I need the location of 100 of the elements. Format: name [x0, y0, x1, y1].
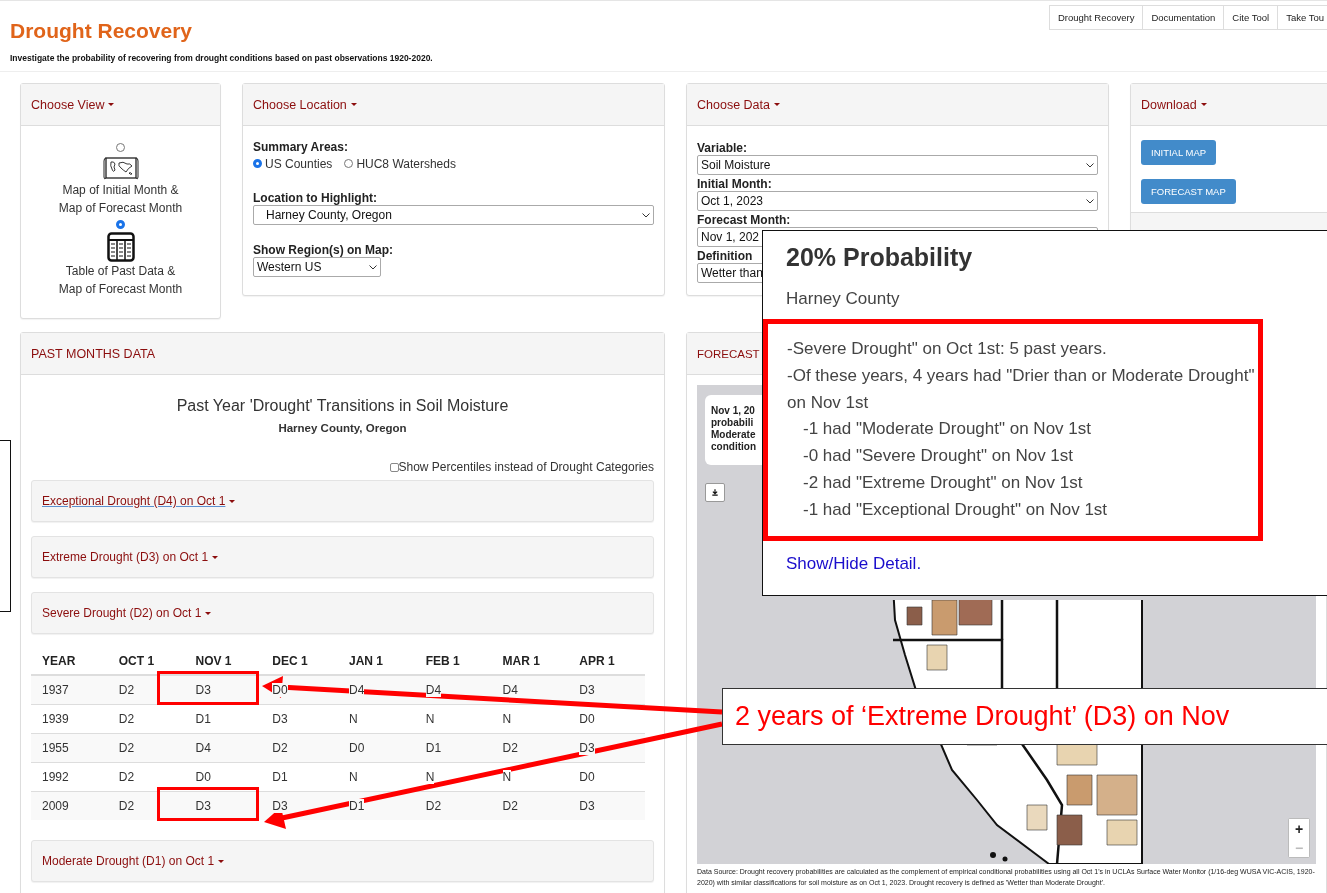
page-subtitle: Investigate the probability of recovering from drought conditions based on past observations 1920-2020.: [10, 53, 433, 63]
table-cell: D4: [195, 741, 211, 755]
location-select[interactable]: Harney County, Oregon: [253, 205, 654, 225]
region-select[interactable]: Western US: [253, 257, 381, 277]
radio-label: HUC8 Watersheds: [356, 156, 456, 171]
field-label: Summary Areas:: [253, 140, 348, 154]
table-heading: Past Year 'Drought' Transitions in Soil Moisture: [175, 397, 510, 415]
table-cell: N: [502, 770, 512, 784]
accordion-toggle[interactable]: Extreme Drought (D3) on Oct 1: [42, 550, 219, 564]
nav-tab[interactable]: Cite Tool: [1223, 5, 1279, 30]
table-cell: D3: [579, 741, 595, 755]
panel-dropdown[interactable]: Choose Location: [253, 97, 357, 112]
chevron-icon: [1086, 162, 1094, 168]
table-cell: 1937: [42, 683, 69, 697]
radio-button[interactable]: [253, 159, 262, 168]
field-label: Variable:: [697, 141, 748, 155]
table-icon: [106, 232, 135, 262]
table-cell: D2: [272, 741, 288, 755]
table-cell: D1: [349, 799, 365, 813]
detail-link[interactable]: Show/Hide Detail.: [786, 553, 922, 574]
panel-title: PAST MONTHS DATA: [31, 346, 156, 361]
table-cell: D2: [425, 799, 442, 813]
nav-tab[interactable]: Take Tou: [1277, 5, 1327, 30]
popup-title: 20% Probability: [786, 243, 974, 272]
nav-tab[interactable]: Documentation: [1142, 5, 1225, 30]
caret-icon: [205, 611, 212, 615]
radio-label: US Counties: [265, 156, 333, 171]
table-cell: D4: [349, 683, 365, 697]
data-select[interactable]: Soil Moisture: [697, 155, 1098, 175]
table-cell: N: [425, 770, 435, 784]
popup-subtitle: Harney County: [786, 289, 901, 309]
table-cell: D1: [425, 741, 442, 755]
table-cell: N: [502, 712, 512, 726]
field-label: Show Region(s) on Map:: [253, 243, 393, 257]
panel-dropdown[interactable]: Choose Data: [697, 97, 780, 112]
accordion-toggle[interactable]: Severe Drought (D2) on Oct 1: [42, 606, 212, 620]
table-cell: N: [349, 712, 358, 726]
field-label: Initial Month:: [697, 177, 772, 191]
table-cell: D4: [425, 683, 442, 697]
caret-icon: [212, 555, 219, 559]
caret-icon: [218, 859, 225, 863]
chevron-icon: [642, 212, 650, 218]
table-cell: D2: [118, 741, 135, 755]
field-label: Forecast Month:: [697, 213, 791, 227]
checkbox[interactable]: [389, 462, 399, 472]
table-cell: D0: [195, 770, 211, 784]
table-cell: D1: [272, 770, 288, 784]
checkbox-label: Show Percentiles instead of Drought Categories: [398, 460, 654, 474]
table-cell: D0: [272, 683, 288, 697]
download-icon[interactable]: [705, 483, 725, 502]
panel-dropdown[interactable]: Download: [1141, 97, 1207, 112]
table-cell: D3: [195, 799, 211, 813]
table-cell: D3: [579, 799, 595, 813]
chevron-icon: [369, 264, 377, 270]
table-cell: D2: [118, 712, 135, 726]
caret-icon: [229, 499, 236, 503]
table-cell: N: [349, 770, 358, 784]
table-cell: D2: [118, 799, 135, 813]
download-button[interactable]: INITIAL MAP: [1141, 140, 1217, 165]
table-cell: N: [425, 712, 435, 726]
table-cell: D3: [195, 683, 211, 697]
caret-icon: [350, 103, 357, 106]
caret-icon: [1200, 103, 1207, 106]
caret-icon: [108, 103, 115, 106]
accordion-toggle[interactable]: Moderate Drought (D1) on Oct 1: [42, 854, 225, 868]
table-subheading: Harney County, Oregon: [277, 422, 408, 434]
table-cell: D1: [195, 712, 211, 726]
detail-line: -1 had "Exceptional Drought" on Nov 1st: [802, 498, 1109, 521]
table-cell: D2: [502, 799, 518, 813]
table-cell: 1992: [42, 770, 69, 784]
download-button[interactable]: FORECAST MAP: [1141, 179, 1236, 204]
data-select[interactable]: Oct 1, 2023: [697, 191, 1098, 211]
table-cell: 2009: [42, 799, 69, 813]
chevron-icon: [1086, 198, 1094, 204]
table-cell: D3: [579, 683, 595, 697]
view-label: Map of Initial Month & Map of Forecast Month: [58, 182, 183, 217]
detail-line: -2 had "Extreme Drought" on Nov 1st: [802, 472, 1084, 494]
table-cell: D2: [502, 741, 518, 755]
radio-button[interactable]: [116, 220, 125, 229]
page-title: Drought Recovery: [10, 19, 194, 43]
field-label: Definition: [697, 249, 753, 263]
map-icon: [102, 155, 139, 181]
table-cell: D0: [349, 741, 365, 755]
panel-dropdown[interactable]: Choose View: [31, 97, 115, 112]
caret-icon: [773, 103, 780, 106]
annotation-text: 2 years of ‘Extreme Drought’ (D3) on Nov: [735, 701, 1230, 732]
table-cell: D4: [502, 683, 518, 697]
table-cell: D0: [579, 712, 595, 726]
view-label: Table of Past Data & Map of Forecast Month: [58, 263, 183, 298]
table-cell: D3: [272, 712, 288, 726]
detail-line: -Severe Drought" on Oct 1st: 5 past years.: [787, 338, 1108, 360]
table-cell: D2: [118, 770, 135, 784]
table-cell: D3: [272, 799, 288, 813]
table-cell: 1939: [42, 712, 69, 726]
table-cell: 1955: [42, 741, 69, 755]
accordion-toggle[interactable]: Exceptional Drought (D4) on Oct 1: [42, 494, 236, 508]
table-cell: D2: [118, 683, 135, 697]
panel-title: FORECAST: [697, 347, 760, 360]
nav-tab[interactable]: Drought Recovery: [1048, 5, 1144, 30]
table-cell: D0: [579, 770, 595, 784]
